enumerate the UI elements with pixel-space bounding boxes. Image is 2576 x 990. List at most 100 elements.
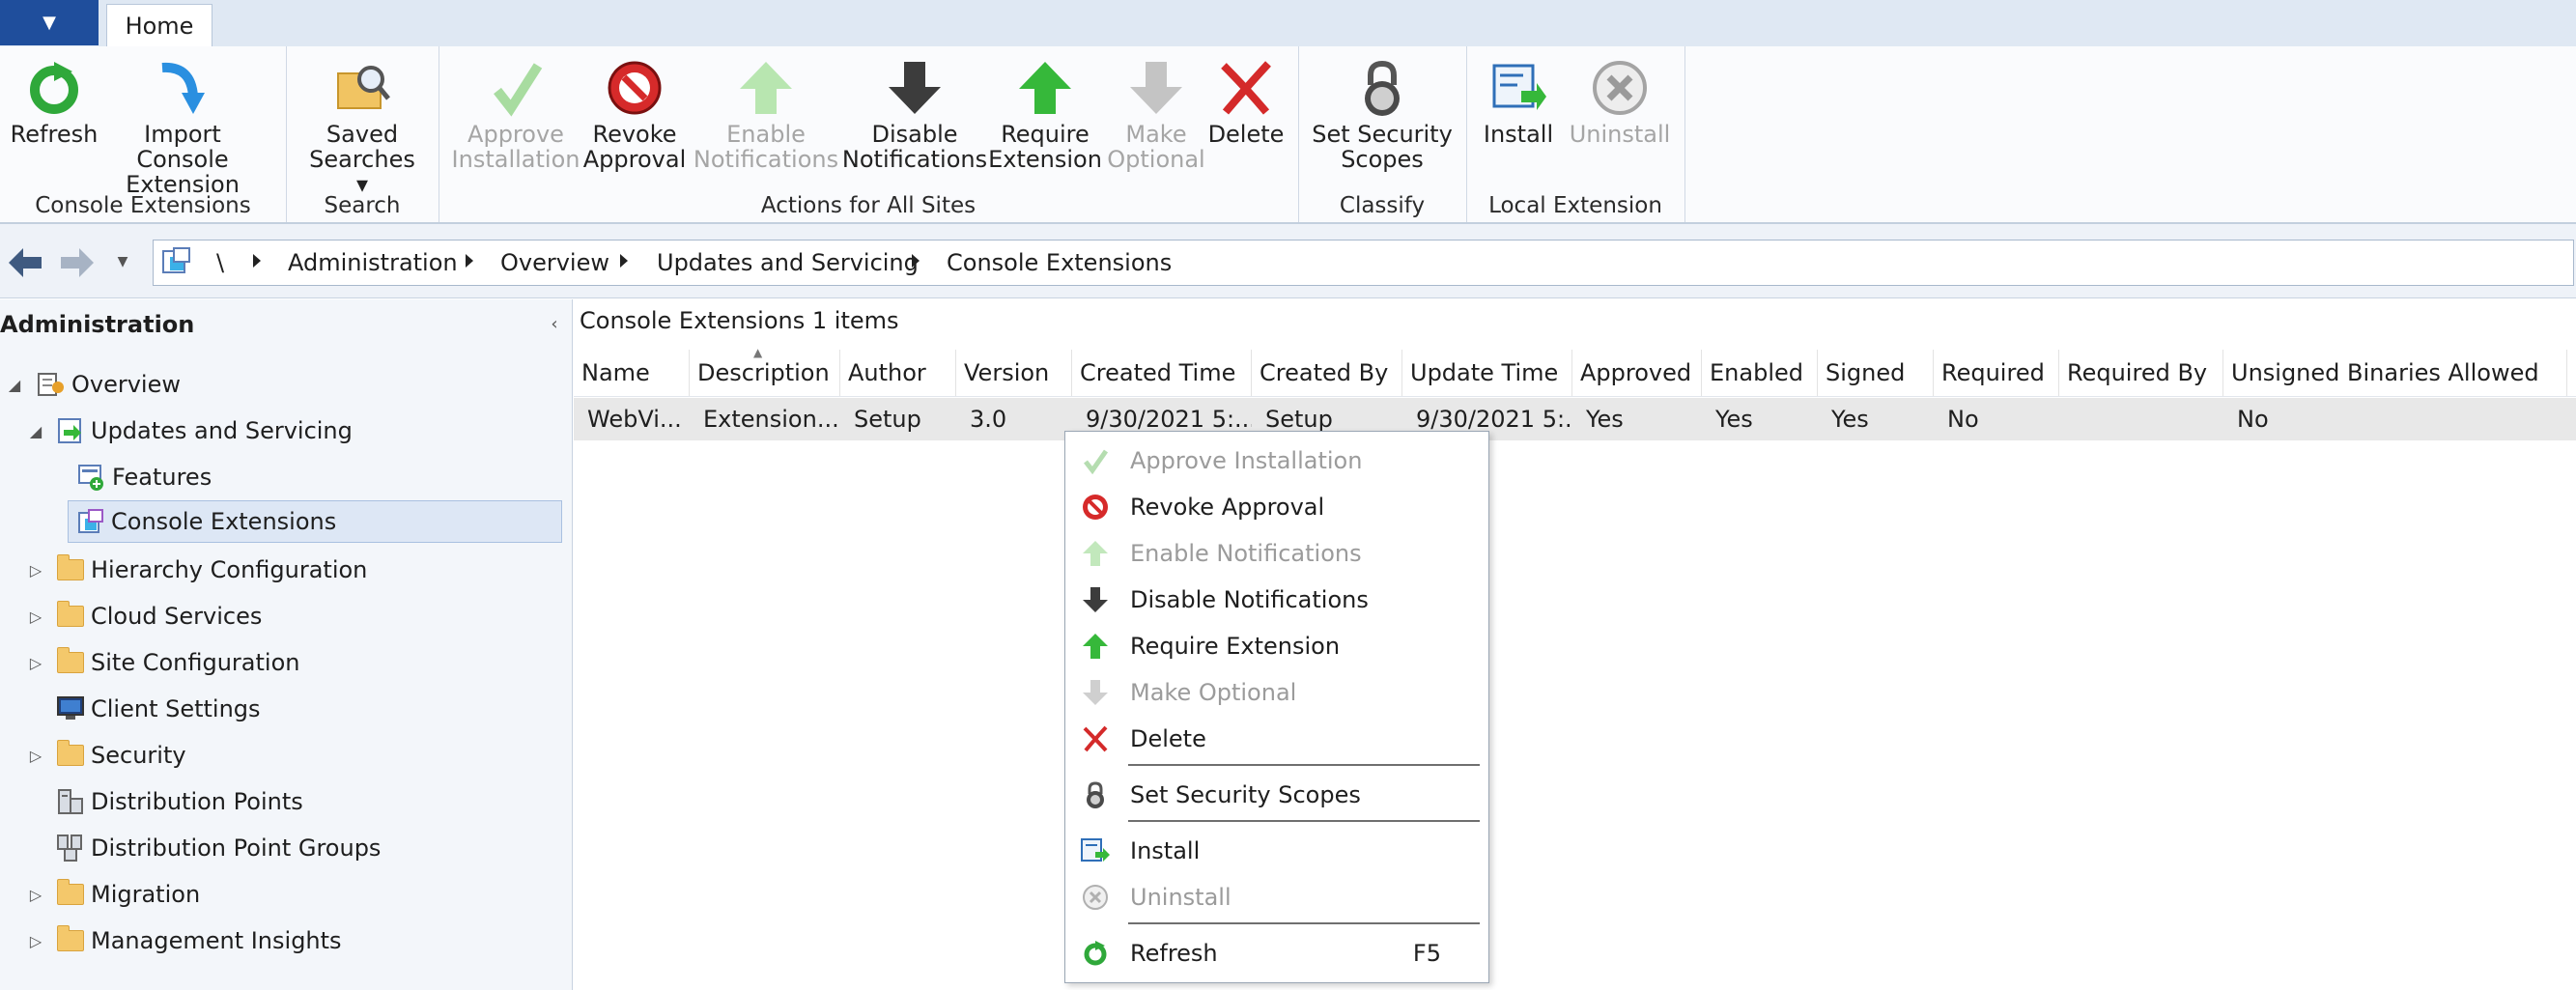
- chevron-left-icon: ‹: [551, 313, 558, 334]
- nav-item-console-extensions[interactable]: Console Extensions: [68, 500, 562, 543]
- nav-item-cloud-services[interactable]: ▷ Cloud Services: [25, 595, 262, 637]
- column-header-description[interactable]: Description: [690, 350, 840, 396]
- column-header-signed[interactable]: Signed: [1818, 350, 1934, 396]
- menu-item-revoke-approval[interactable]: Revoke Approval: [1074, 485, 1484, 529]
- set-security-scopes-button[interactable]: Set Security Scopes: [1306, 54, 1458, 172]
- column-header-required-by[interactable]: Required By: [2059, 350, 2223, 396]
- sort-ascending-icon: ▲: [753, 346, 763, 359]
- install-icon: [1485, 54, 1552, 122]
- menu-separator: [1128, 922, 1480, 924]
- breadcrumb-console-extensions[interactable]: Console Extensions: [947, 249, 1172, 276]
- overview-icon: [37, 370, 66, 399]
- column-header-enabled[interactable]: Enabled: [1702, 350, 1818, 396]
- column-header-created-by[interactable]: Created By: [1252, 350, 1402, 396]
- menu-item-install[interactable]: Install: [1074, 829, 1484, 873]
- nav-item-overview[interactable]: ◢ Overview: [4, 363, 181, 406]
- nav-item-site-configuration[interactable]: ▷ Site Configuration: [25, 641, 299, 684]
- menu-item-refresh[interactable]: Refresh F5: [1074, 931, 1484, 976]
- collapsed-triangle-icon[interactable]: ▷: [25, 608, 46, 626]
- make-optional-button[interactable]: Make Optional: [1103, 54, 1209, 172]
- arrow-right-icon: [61, 248, 94, 277]
- breadcrumb-administration[interactable]: Administration: [288, 249, 458, 276]
- no-entry-icon: [601, 54, 668, 122]
- collapsed-triangle-icon[interactable]: ▷: [25, 886, 46, 904]
- enable-notifications-button[interactable]: Enable Notifications: [694, 54, 838, 172]
- saved-searches-button[interactable]: Saved Searches ▾: [305, 54, 419, 197]
- nav-item-client-settings[interactable]: Client Settings: [56, 688, 261, 730]
- history-dropdown-button[interactable]: ▼: [112, 249, 133, 274]
- revoke-approval-button[interactable]: Revoke Approval: [581, 54, 688, 172]
- import-console-extension-button[interactable]: Import Console Extension: [100, 54, 265, 197]
- menu-item-disable-notifications[interactable]: Disable Notifications: [1074, 578, 1484, 622]
- menu-item-make-optional[interactable]: Make Optional: [1074, 670, 1484, 715]
- menu-item-delete[interactable]: Delete: [1074, 717, 1484, 761]
- arrow-up-green-icon: [1076, 627, 1115, 665]
- tab-home[interactable]: Home: [106, 4, 212, 47]
- install-button[interactable]: Install: [1474, 54, 1563, 147]
- breadcrumb-overview[interactable]: Overview: [500, 249, 609, 276]
- features-icon: [77, 463, 106, 492]
- nav-item-updates-and-servicing[interactable]: ◢ Updates and Servicing: [25, 410, 353, 452]
- monitor-icon: [56, 694, 85, 723]
- column-header-author[interactable]: Author: [840, 350, 956, 396]
- saved-searches-icon: [328, 54, 396, 122]
- install-icon: [1076, 832, 1115, 870]
- page-title: Console Extensions: [580, 307, 806, 334]
- cell-required: No: [1947, 406, 1979, 433]
- menu-item-require-extension[interactable]: Require Extension: [1074, 624, 1484, 668]
- checkmark-icon: [482, 54, 550, 122]
- nav-item-features[interactable]: Features: [77, 456, 212, 498]
- nav-item-distribution-points[interactable]: Distribution Points: [56, 780, 303, 823]
- cell-author: Setup: [854, 406, 921, 433]
- item-count: 1 items: [811, 307, 899, 334]
- uninstall-button[interactable]: Uninstall: [1567, 54, 1673, 147]
- cell-signed: Yes: [1831, 406, 1869, 433]
- column-header-unsigned-binaries-allowed[interactable]: Unsigned Binaries Allowed: [2223, 350, 2567, 396]
- menu-item-uninstall[interactable]: Uninstall: [1074, 875, 1484, 919]
- expanded-triangle-icon[interactable]: ◢: [25, 422, 46, 440]
- nav-item-management-insights[interactable]: ▷ Management Insights: [25, 919, 342, 962]
- import-arrow-icon: [149, 54, 216, 122]
- chevron-right-icon[interactable]: [253, 254, 261, 268]
- nav-item-security[interactable]: ▷ Security: [25, 734, 186, 777]
- collapsed-triangle-icon[interactable]: ▷: [25, 932, 46, 950]
- console-root-icon[interactable]: [160, 245, 193, 278]
- column-header-approved[interactable]: Approved: [1572, 350, 1702, 396]
- arrow-down-icon: [881, 54, 948, 122]
- folder-icon: [56, 647, 85, 677]
- nav-item-migration[interactable]: ▷ Migration: [25, 873, 200, 916]
- approve-installation-button[interactable]: Approve Installation: [452, 54, 580, 172]
- require-extension-button[interactable]: Require Extension: [987, 54, 1103, 172]
- forward-button[interactable]: [58, 243, 97, 282]
- menu-item-set-security-scopes[interactable]: Set Security Scopes: [1074, 773, 1484, 817]
- refresh-button[interactable]: Refresh: [10, 54, 99, 147]
- menu-item-enable-notifications[interactable]: Enable Notifications: [1074, 531, 1484, 576]
- menu-item-approve-installation[interactable]: Approve Installation: [1074, 438, 1484, 483]
- column-header-name[interactable]: Name: [574, 350, 690, 396]
- back-button[interactable]: [6, 243, 44, 282]
- collapse-pane-button[interactable]: ‹: [543, 311, 566, 336]
- column-header-version[interactable]: Version: [956, 350, 1072, 396]
- column-header-required[interactable]: Required: [1934, 350, 2059, 396]
- chevron-down-icon: ▼: [42, 13, 56, 33]
- app-menu-button[interactable]: ▼: [0, 0, 99, 45]
- chevron-right-icon[interactable]: [620, 254, 628, 268]
- column-header-created-time[interactable]: Created Time: [1072, 350, 1252, 396]
- nav-item-hierarchy-configuration[interactable]: ▷ Hierarchy Configuration: [25, 549, 367, 591]
- cell-required-by: [2059, 398, 2223, 440]
- column-header-update-time[interactable]: Update Time: [1402, 350, 1572, 396]
- chevron-right-icon[interactable]: [466, 254, 473, 268]
- arrow-up-icon: [1076, 534, 1115, 573]
- breadcrumb-updates-and-servicing[interactable]: Updates and Servicing: [657, 249, 919, 276]
- disable-notifications-button[interactable]: Disable Notifications: [842, 54, 987, 172]
- expanded-triangle-icon[interactable]: ◢: [4, 376, 25, 394]
- uninstall-x-circle-icon: [1586, 54, 1654, 122]
- breadcrumb-root[interactable]: \: [216, 249, 224, 276]
- delete-button[interactable]: Delete: [1202, 54, 1290, 147]
- chevron-right-icon[interactable]: [912, 254, 920, 268]
- collapsed-triangle-icon[interactable]: ▷: [25, 561, 46, 580]
- collapsed-triangle-icon[interactable]: ▷: [25, 654, 46, 672]
- cell-approved: Yes: [1586, 406, 1624, 433]
- collapsed-triangle-icon[interactable]: ▷: [25, 747, 46, 765]
- nav-item-distribution-point-groups[interactable]: Distribution Point Groups: [56, 827, 381, 869]
